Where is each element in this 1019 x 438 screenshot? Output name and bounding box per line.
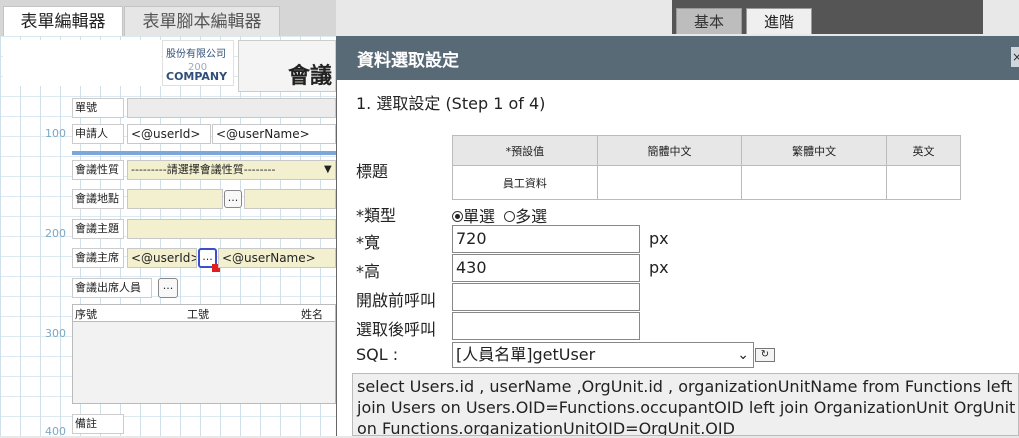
ruler-label: 300 (45, 327, 66, 340)
logo-text: 股份有限公司 (166, 49, 226, 60)
title-english-input[interactable] (886, 165, 961, 200)
width-label: *寬 (356, 233, 381, 252)
form-title: 會議 (288, 64, 333, 89)
sql-textarea[interactable]: select Users.id , userName ,OrgUnit.id ,… (352, 373, 1019, 436)
tab-basic[interactable]: 基本 (676, 8, 742, 34)
grid-col-header: 序號 (75, 308, 97, 321)
title-traditional-input[interactable] (741, 165, 888, 200)
lang-header: 英文 (886, 134, 961, 167)
meeting-host-label: 會議主席 (72, 248, 124, 268)
step-indicator: 1. 選取設定 (Step 1 of 4) (356, 94, 546, 113)
sql-select[interactable]: [人員名單]getUser ⌄ (452, 342, 754, 368)
title-label: 標題 (356, 162, 389, 181)
multi-select-radio[interactable] (504, 211, 516, 222)
dialog-title: 資料選取設定 (357, 51, 459, 71)
type-radio-group: 單選 多選 (452, 203, 547, 227)
section-divider (72, 151, 336, 155)
refresh-icon[interactable]: ↻ (755, 348, 775, 362)
doc-no-field[interactable] (127, 98, 336, 118)
type-label: *類型 (356, 206, 397, 225)
sql-select-value: [人員名單]getUser (456, 345, 596, 364)
single-select-radio[interactable] (452, 211, 463, 222)
height-input[interactable]: 430 (452, 254, 640, 282)
ruler-label: 200 (45, 227, 66, 240)
doc-no-label: 單號 (72, 98, 124, 118)
title-language-table: *預設值 簡體中文 繁體中文 英文 員工資料 (452, 134, 961, 200)
host-name-field[interactable]: <@userName> (218, 248, 336, 268)
before-open-input[interactable] (452, 283, 640, 311)
tab-advanced[interactable]: 進階 (746, 8, 812, 34)
width-input[interactable]: 720 (452, 225, 640, 253)
title-simplified-input[interactable] (596, 165, 743, 200)
close-icon[interactable]: × (1011, 47, 1019, 67)
lang-header: *預設值 (452, 134, 598, 167)
remark-label: 備註 (72, 414, 124, 434)
meeting-nature-select[interactable]: ---------請選擇會議性質-------- ▼ (127, 160, 336, 180)
meeting-nature-label: 會議性質 (72, 160, 124, 180)
lang-header: 繁體中文 (741, 134, 888, 167)
ruler-label: 400 (45, 425, 66, 438)
sql-label: SQL : (356, 345, 399, 364)
location-picker-button[interactable]: ... (224, 190, 242, 208)
chevron-down-icon: ⌄ (737, 347, 749, 363)
meeting-location-extra-field[interactable] (244, 189, 336, 209)
before-open-label: 開啟前呼叫 (356, 291, 437, 310)
after-select-input[interactable] (452, 312, 640, 340)
after-select-label: 選取後呼叫 (356, 320, 437, 339)
logo-area (3, 40, 161, 86)
height-unit: px (649, 258, 669, 277)
lang-header: 簡體中文 (596, 134, 743, 167)
attendees-grid-header: 序號 工號 姓名 (72, 304, 336, 322)
meeting-subject-label: 會議主題 (72, 219, 124, 239)
height-label: *高 (356, 262, 381, 281)
attendees-label: 會議出席人員 (72, 278, 152, 298)
attendees-grid-body[interactable] (72, 322, 336, 404)
grid-col-header: 工號 (187, 308, 209, 321)
tab-form-editor[interactable]: 表單編輯器 (3, 6, 123, 36)
tab-form-script-editor[interactable]: 表單腳本編輯器 (124, 6, 280, 36)
title-default-input[interactable]: 員工資料 (452, 165, 598, 200)
meeting-subject-field[interactable] (127, 219, 336, 239)
applicant-name-field[interactable]: <@userName> (212, 124, 336, 144)
applicant-id-field[interactable]: <@userId> (127, 124, 211, 144)
single-select-label: 單選 (463, 207, 496, 226)
host-id-field[interactable]: <@userId> (127, 248, 197, 268)
attendees-picker-button[interactable]: ... (158, 278, 178, 298)
width-unit: px (649, 229, 669, 248)
meeting-nature-value: ---------請選擇會議性質-------- (131, 163, 276, 176)
meeting-location-field[interactable] (127, 189, 223, 209)
meeting-location-label: 會議地點 (72, 189, 124, 209)
grid-col-header: 姓名 (301, 308, 323, 321)
chevron-down-icon: ▼ (324, 164, 332, 175)
multi-select-label: 多選 (515, 207, 548, 226)
ruler-label: 100 (45, 127, 66, 140)
logo-text: COMPANY (166, 70, 228, 83)
applicant-label: 申請人 (72, 124, 124, 144)
